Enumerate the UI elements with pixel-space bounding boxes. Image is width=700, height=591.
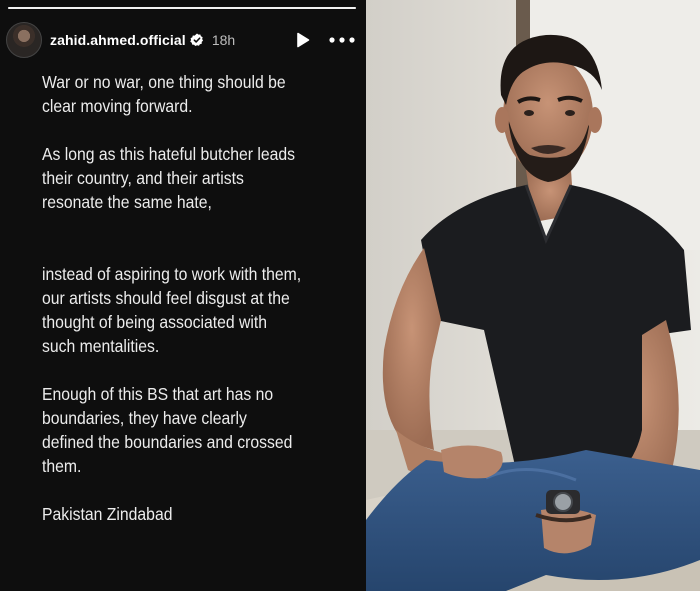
story-timestamp: 18h [211,32,236,48]
text-line: boundaries, they have clearly [42,408,247,428]
text-line: War or no war, one thing should be [42,72,286,92]
story-progress-fill [8,7,356,9]
instagram-story: zahid.ahmed.official 18h War or no war, … [0,0,366,591]
more-options-icon [329,37,355,43]
more-options-button[interactable] [326,27,358,53]
verified-badge-icon [190,33,203,47]
text-line: Enough of this BS that art has no [42,384,274,404]
paragraph-2: As long as this hateful butcher leads th… [42,142,312,214]
text-line: resonate the same hate, [42,192,212,212]
paragraph-5: Pakistan Zindabad [42,502,312,526]
paragraph-3: instead of aspiring to work with them, o… [42,262,312,358]
paragraph-1: War or no war, one thing should be clear… [42,70,312,118]
portrait-illustration [366,0,700,591]
story-text: War or no war, one thing should be clear… [42,70,312,526]
paragraph-4: Enough of this BS that art has no bounda… [42,382,312,478]
story-progress-bar [8,7,356,9]
text-line: defined the boundaries and crossed [42,432,293,452]
text-line: such mentalities. [42,336,160,356]
text-line: As long as this hateful butcher leads [42,144,296,164]
profile-avatar[interactable] [6,22,42,58]
text-line: thought of being associated with [42,312,268,332]
play-button[interactable] [290,27,316,53]
text-line: our artists should feel disgust at the [42,288,290,308]
text-line: their country, and their artists [42,168,244,188]
story-header: zahid.ahmed.official 18h [6,22,358,58]
portrait-photo [366,0,700,591]
text-line: clear moving forward. [42,96,193,116]
story-username[interactable]: zahid.ahmed.official [50,32,186,48]
text-line: Pakistan Zindabad [42,504,173,524]
text-line: instead of aspiring to work with them, [42,264,302,284]
play-icon [297,32,310,48]
text-line: them. [42,456,82,476]
